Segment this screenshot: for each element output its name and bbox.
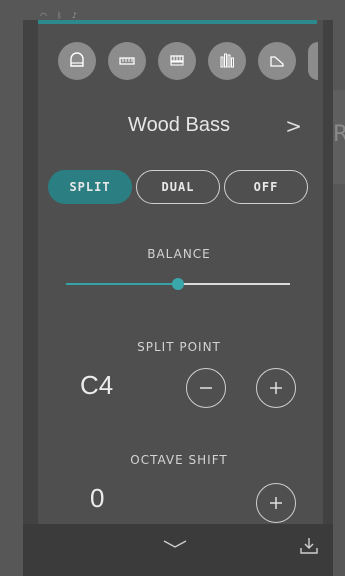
chevron-right-icon[interactable]: > [285, 114, 302, 138]
balance-label: BALANCE [147, 247, 211, 261]
split-point-label: SPLIT POINT [137, 340, 221, 354]
organ-button[interactable] [158, 42, 196, 80]
grand-piano-icon [70, 52, 84, 67]
grand-piano-button[interactable] [58, 42, 96, 80]
bottom-bar [23, 524, 333, 576]
voice-selector[interactable]: Wood Bass > [38, 108, 320, 144]
mode-toggle-group: SPLIT DUAL OFF [48, 170, 312, 204]
download-icon[interactable] [298, 535, 320, 557]
balance-slider-thumb[interactable] [172, 278, 184, 290]
pipe-organ-icon [220, 53, 234, 68]
background-panel: R [333, 90, 345, 184]
split-point-value: C4 [80, 370, 114, 400]
dual-mode-button[interactable]: DUAL [136, 170, 220, 204]
chevron-down-icon[interactable] [162, 538, 188, 550]
plus-icon [270, 382, 282, 394]
split-mode-button[interactable]: SPLIT [48, 170, 132, 204]
off-mode-button[interactable]: OFF [224, 170, 308, 204]
balance-slider-fill [66, 283, 178, 285]
background-glyph: R [333, 122, 345, 147]
harpsichord-icon [270, 56, 284, 67]
octave-shift-label: OCTAVE SHIFT [130, 453, 228, 467]
voice-name: Wood Bass [128, 114, 230, 136]
instrument-selector [58, 42, 328, 82]
pipe-organ-button[interactable] [208, 42, 246, 80]
plus-icon [270, 497, 282, 509]
keyboard-button[interactable] [108, 42, 146, 80]
organ-icon [170, 55, 184, 66]
keyboard-icon [119, 57, 135, 65]
harpsichord-button[interactable] [258, 42, 296, 80]
split-point-decrease-button[interactable] [186, 368, 226, 408]
panel-accent-line [38, 20, 317, 24]
minus-icon [200, 387, 212, 389]
more-instruments-button[interactable] [308, 42, 318, 80]
split-point-increase-button[interactable] [256, 368, 296, 408]
octave-shift-increase-button[interactable] [256, 483, 296, 523]
octave-shift-value: 0 [90, 483, 105, 513]
